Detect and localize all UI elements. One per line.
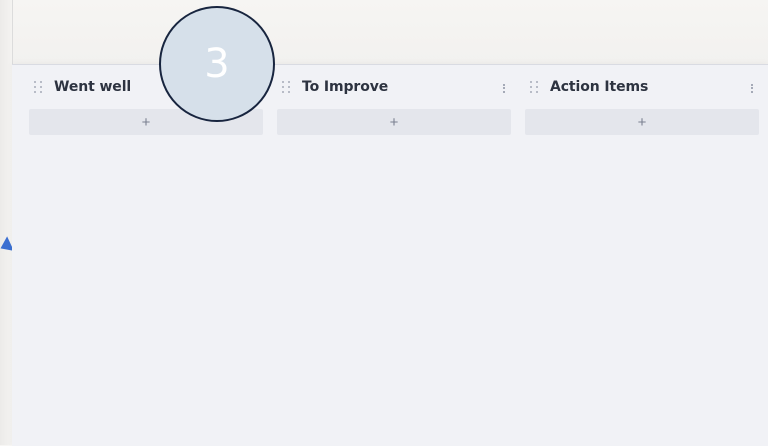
top-area: [0, 0, 768, 64]
more-vertical-icon[interactable]: [498, 81, 510, 95]
column-action-items: Action Items +: [525, 65, 759, 446]
column-title: To Improve: [302, 79, 389, 95]
drag-handle-icon[interactable]: [530, 80, 540, 94]
add-card-button[interactable]: +: [525, 109, 759, 135]
column-title: Went well: [54, 79, 132, 95]
more-vertical-icon[interactable]: [746, 81, 758, 95]
add-card-button[interactable]: +: [277, 109, 511, 135]
column-header: To Improve: [277, 77, 511, 97]
column-header: Action Items: [525, 77, 759, 97]
drag-handle-icon[interactable]: [282, 80, 292, 94]
step-number-badge: 3: [159, 6, 275, 122]
plus-icon: +: [141, 113, 151, 131]
plus-icon: +: [389, 113, 399, 131]
column-title: Action Items: [550, 79, 649, 95]
retro-board: Went well + To Improve + Action Items +: [12, 64, 768, 446]
column-went-well: Went well +: [29, 65, 263, 446]
column-to-improve: To Improve +: [277, 65, 511, 446]
plus-icon: +: [637, 113, 647, 131]
drag-handle-icon[interactable]: [34, 80, 44, 94]
